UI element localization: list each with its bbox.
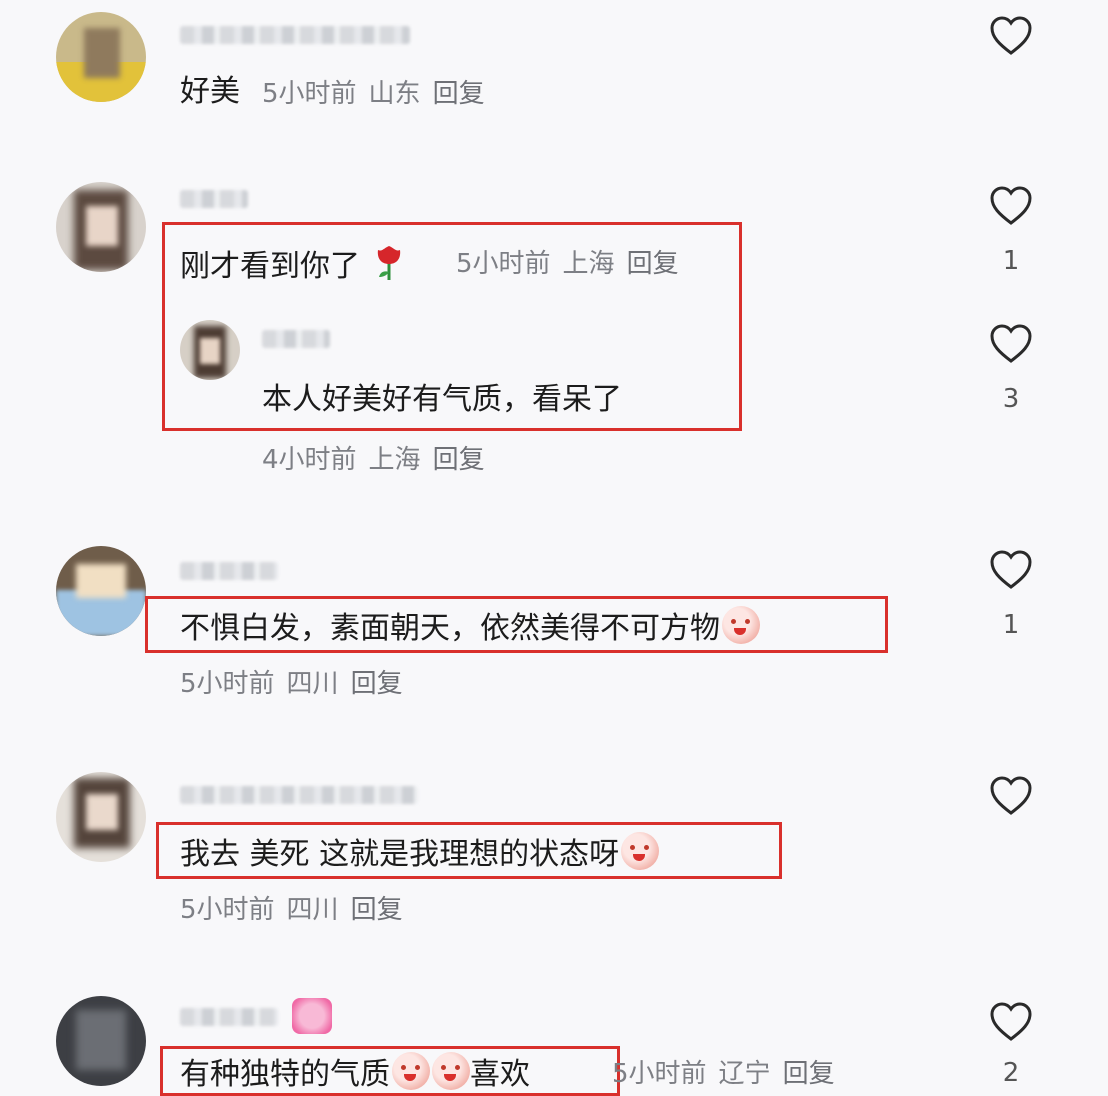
like-count: 1 (1002, 610, 1020, 640)
rose-emoji-icon (377, 246, 400, 280)
comment-location: 山东 (368, 79, 421, 109)
blush-face-emoji-icon (432, 1052, 470, 1090)
heart-outline-icon[interactable] (989, 1002, 1033, 1042)
comment-time: 5小时前 (180, 669, 275, 699)
reply-meta: 4小时前 上海 回复 (262, 444, 497, 476)
comment-text-content: 刚才看到你了 (180, 249, 360, 284)
comment-time: 5小时前 (180, 895, 275, 925)
heart-outline-icon[interactable] (989, 186, 1033, 226)
comment-time: 5小时前 (612, 1059, 707, 1089)
username-blurred[interactable] (180, 26, 410, 44)
gift-emoji-icon (292, 998, 332, 1034)
avatar[interactable] (56, 12, 146, 102)
comment-text-content: 不惧白发，素面朝天，依然美得不可方物 (180, 611, 720, 646)
comment-text: 好美 (180, 74, 240, 109)
heart-outline-icon[interactable] (989, 550, 1033, 590)
username-blurred[interactable] (180, 190, 248, 208)
reply-button[interactable]: 回复 (627, 249, 679, 279)
comment-meta: 5小时前 四川 回复 (180, 894, 415, 926)
comment-text-content: 我去 美死 这就是我理想的状态呀 (180, 837, 620, 872)
comment-time: 5小时前 (456, 249, 551, 279)
reply-time: 4小时前 (262, 445, 357, 475)
comment-location: 辽宁 (718, 1059, 771, 1089)
comment-location: 四川 (286, 895, 339, 925)
blush-face-emoji-icon (392, 1052, 430, 1090)
username-blurred[interactable] (180, 1008, 278, 1026)
reply-button[interactable]: 回复 (783, 1059, 835, 1089)
blush-face-emoji-icon (621, 832, 660, 870)
comment-text: 我去 美死 这就是我理想的状态呀 (180, 832, 660, 873)
comment-time: 5小时前 (262, 79, 357, 109)
blush-face-emoji-icon (722, 606, 760, 644)
avatar[interactable] (180, 320, 240, 380)
comment-text-content: 有种独特的气质 (180, 1057, 390, 1092)
username-blurred[interactable] (180, 786, 418, 804)
heart-outline-icon[interactable] (989, 16, 1033, 56)
comment-meta: 5小时前 四川 回复 (180, 668, 415, 700)
reply-button[interactable]: 回复 (351, 895, 403, 925)
comment-meta: 5小时前 山东 回复 (262, 78, 497, 110)
avatar[interactable] (56, 772, 146, 862)
like-count: 1 (1002, 246, 1020, 276)
reply-text: 本人好美好有气质，看呆了 (262, 382, 622, 417)
reply-button[interactable]: 回复 (433, 79, 485, 109)
comment-location: 四川 (286, 669, 339, 699)
comment-text: 有种独特的气质 喜欢 (180, 1052, 530, 1093)
avatar[interactable] (56, 182, 146, 272)
username-blurred[interactable] (262, 330, 330, 348)
avatar[interactable] (56, 996, 146, 1086)
reply-button[interactable]: 回复 (433, 445, 485, 475)
heart-outline-icon[interactable] (989, 324, 1033, 364)
username-blurred[interactable] (180, 562, 278, 580)
heart-outline-icon[interactable] (989, 776, 1033, 816)
like-count: 3 (1002, 384, 1020, 414)
reply-location: 上海 (368, 445, 421, 475)
reply-button[interactable]: 回复 (351, 669, 403, 699)
comment-meta: 5小时前 上海 回复 (456, 248, 691, 280)
avatar[interactable] (56, 546, 146, 636)
comment-text-suffix: 喜欢 (470, 1057, 530, 1092)
comment-meta: 5小时前 辽宁 回复 (612, 1058, 847, 1090)
comment-text: 不惧白发，素面朝天，依然美得不可方物 (180, 606, 760, 647)
comment-location: 上海 (562, 249, 615, 279)
comment-text: 刚才看到你了 (180, 244, 404, 285)
